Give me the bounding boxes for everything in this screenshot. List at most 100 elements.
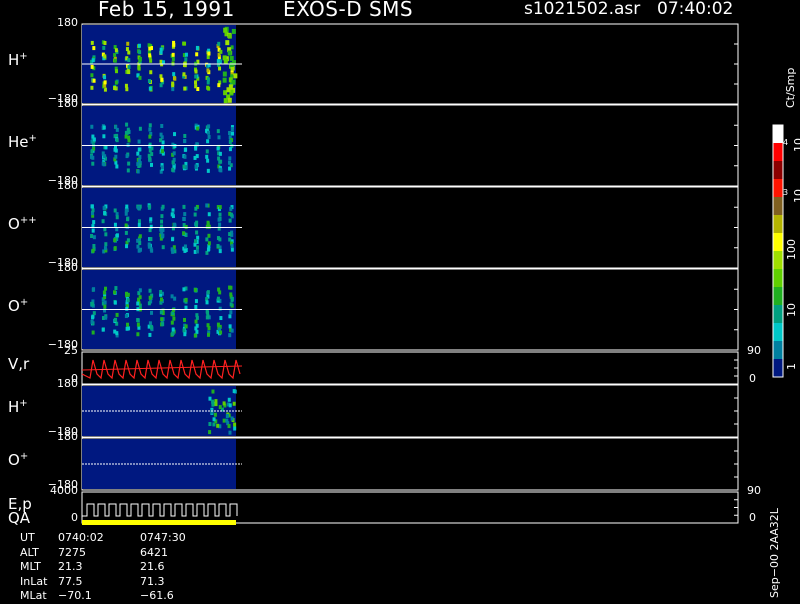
spectrogram-cell	[227, 97, 232, 103]
panel-label: O++	[8, 215, 37, 233]
spectrogram-cell	[103, 304, 107, 309]
spectrogram-cell	[194, 74, 198, 79]
spectrogram-cell	[102, 290, 106, 295]
colorbar-segment	[773, 233, 783, 252]
spectrogram-cell	[148, 332, 152, 337]
spectrogram-cell	[126, 238, 130, 243]
spectrogram-cell	[159, 132, 163, 137]
panel-label: V,r	[8, 355, 29, 373]
spectrogram-cell	[171, 61, 175, 66]
spectrogram-cell	[115, 215, 119, 220]
spectrogram-cell	[222, 418, 226, 423]
spectrogram-cell	[170, 212, 174, 217]
spectrogram-cell	[137, 139, 141, 144]
spectrogram-cell	[195, 329, 199, 334]
spectrogram-cell	[148, 144, 152, 149]
spectrogram-cell	[124, 230, 128, 235]
spectrogram-cell	[216, 236, 220, 241]
panel-label-text: He	[8, 132, 29, 151]
spectrogram-cell	[210, 409, 214, 414]
panel-ytick-max: 180	[57, 179, 78, 192]
spectrogram-cell	[113, 329, 117, 334]
spectrogram-cell	[229, 206, 233, 211]
spectrogram-cell	[147, 244, 151, 249]
spectrogram-cell	[211, 402, 215, 407]
spectrogram-cell	[149, 224, 153, 229]
spectrogram-cell	[171, 249, 175, 254]
info-col1-value: 21.3	[58, 560, 83, 573]
spectrogram-cell	[172, 42, 176, 47]
spectrogram-cell	[90, 319, 94, 324]
spectrogram-cell	[172, 151, 176, 156]
spectrogram-cell	[148, 321, 152, 326]
spectrogram-cell	[232, 389, 236, 394]
colorbar-segment	[773, 341, 783, 360]
spectrogram-cell	[183, 332, 187, 337]
spectrogram-cell	[91, 330, 95, 335]
spectrogram-cell	[161, 204, 165, 209]
spectrogram-cell	[137, 147, 141, 152]
panel-label-sup: ++	[19, 214, 37, 226]
spectrogram-cell	[149, 237, 153, 242]
spectrogram-cell	[228, 285, 232, 290]
info-col1-value: 77.5	[58, 574, 83, 588]
spectrogram-cell	[208, 422, 212, 427]
spectrogram-cell	[104, 145, 108, 150]
spectrogram-cell	[182, 41, 186, 46]
spectrogram-cell	[173, 296, 177, 301]
spectrogram-cell	[228, 130, 232, 135]
spectrogram-cell	[138, 295, 142, 300]
spectrogram-cell	[206, 77, 210, 82]
spectrogram-cell	[206, 247, 210, 252]
spectrogram-cell	[233, 426, 237, 431]
colorbar-segment	[773, 161, 783, 180]
spectrogram-cell	[195, 315, 199, 320]
spectrogram-cell	[218, 66, 222, 71]
spectrogram-cell	[101, 219, 105, 224]
spectrogram-cell	[206, 55, 210, 60]
spectrogram-cell	[217, 135, 221, 140]
spectrogram-cell	[184, 297, 188, 302]
spectrogram-cell	[148, 295, 152, 300]
spectrogram-cell	[114, 48, 118, 53]
spectrogram-cell	[136, 162, 140, 167]
spectrogram-cell	[114, 148, 118, 153]
spectrogram-cell	[195, 45, 199, 50]
spectrogram-cell	[138, 56, 142, 61]
spectrogram-cell	[114, 286, 118, 291]
spectrogram-cell	[126, 41, 130, 46]
spectrogram-cell	[233, 73, 238, 79]
spectrogram-cell	[213, 412, 217, 417]
spectrogram-cell	[115, 233, 119, 238]
spectrogram-cell	[113, 208, 117, 213]
spectrogram-cell	[218, 405, 222, 410]
panel-rtick-min: 0	[749, 511, 756, 524]
spectrogram-cell	[230, 247, 234, 252]
spectrogram-cell	[205, 203, 209, 208]
spectrogram-cell	[182, 216, 186, 221]
spectrogram-cell	[216, 129, 220, 134]
spectrogram-cell	[228, 333, 232, 338]
panel-label: O+	[8, 297, 28, 315]
spectrogram-cell	[137, 248, 141, 253]
spectrogram-cell	[127, 70, 131, 75]
spectrogram-cell	[171, 57, 175, 62]
footer-id: Sep−00 2AA32L	[768, 508, 781, 598]
spectrogram-cell	[137, 43, 141, 48]
spectrogram-cell	[137, 65, 141, 70]
spectrogram-cell	[115, 138, 119, 143]
spectrogram-cell	[205, 300, 209, 305]
panel-label-sup: +	[19, 296, 29, 308]
spectrogram-cell	[113, 222, 117, 227]
spectrogram-cell	[171, 226, 175, 231]
spectrogram-cell	[195, 249, 199, 254]
spectrogram-cell	[218, 205, 222, 210]
spectrogram-cell	[205, 309, 209, 314]
spectrogram-cell	[113, 300, 117, 305]
spectrogram-cell	[113, 246, 117, 251]
spectrogram-cell	[225, 418, 229, 423]
spectrogram-cell	[103, 75, 107, 80]
spectrogram-cell	[90, 234, 94, 239]
spectrogram-cell	[159, 310, 163, 315]
spectrogram-cell	[230, 244, 234, 249]
